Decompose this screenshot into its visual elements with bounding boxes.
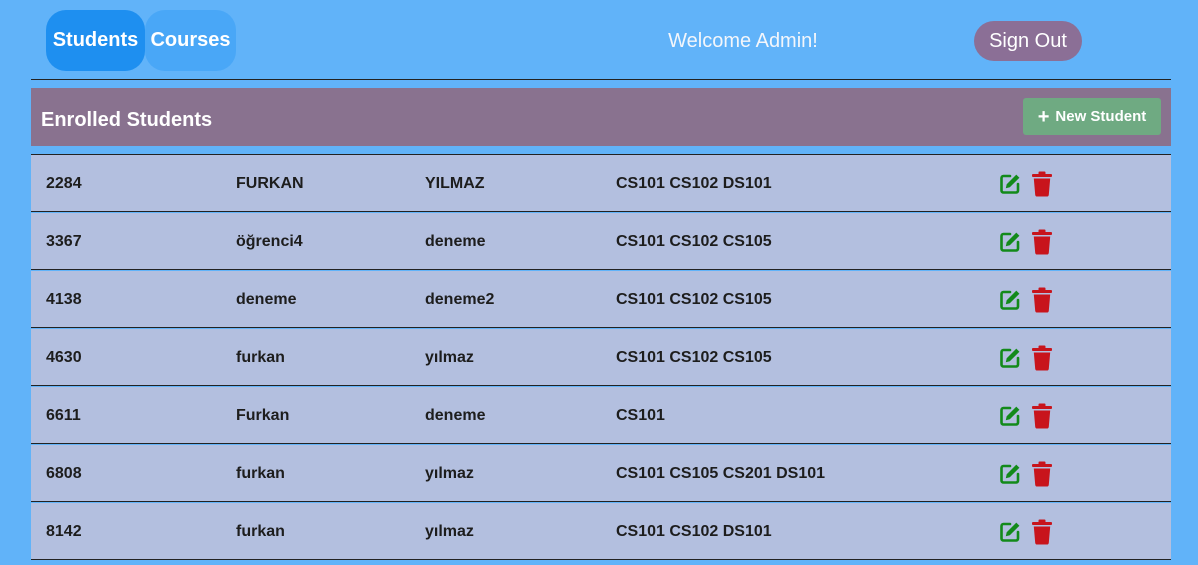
- student-first-name: deneme: [236, 290, 297, 308]
- trash-icon[interactable]: [1029, 170, 1055, 198]
- student-courses: CS101: [616, 406, 665, 424]
- new-student-label: New Student: [1055, 108, 1147, 125]
- student-last-name: yılmaz: [425, 464, 474, 482]
- student-last-name: yılmaz: [425, 522, 474, 540]
- table-row: 4630 furkan yılmaz CS101 CS102 CS105: [31, 329, 1171, 386]
- student-last-name: deneme2: [425, 290, 495, 308]
- row-actions: [997, 445, 1055, 502]
- top-navbar: Students Courses Welcome Admin! Sign Out: [0, 0, 1198, 80]
- panel-title: Enrolled Students: [41, 109, 213, 131]
- student-last-name: deneme: [425, 406, 486, 424]
- student-first-name: furkan: [236, 464, 285, 482]
- table-row: 6611 Furkan deneme CS101: [31, 387, 1171, 444]
- edit-icon[interactable]: [997, 170, 1023, 198]
- student-courses: CS101 CS102 CS105: [616, 348, 772, 366]
- row-actions: [997, 503, 1055, 560]
- student-courses: CS101 CS105 CS201 DS101: [616, 464, 826, 482]
- nav-courses-button[interactable]: Courses: [145, 10, 236, 71]
- nav-students-button[interactable]: Students: [46, 10, 145, 71]
- trash-icon[interactable]: [1029, 228, 1055, 256]
- edit-icon[interactable]: [997, 344, 1023, 372]
- table-row: 4138 deneme deneme2 CS101 CS102 CS105: [31, 271, 1171, 328]
- welcome-message: Welcome Admin!: [668, 30, 818, 52]
- student-id: 8142: [46, 522, 82, 540]
- student-last-name: deneme: [425, 232, 486, 250]
- row-actions: [997, 387, 1055, 444]
- student-id: 6611: [46, 406, 81, 424]
- student-first-name: Furkan: [236, 406, 290, 424]
- navbar-divider: [31, 79, 1171, 80]
- trash-icon[interactable]: [1029, 460, 1055, 488]
- edit-icon[interactable]: [997, 402, 1023, 430]
- student-id: 4138: [46, 290, 82, 308]
- students-panel-header: Enrolled Students + New Student: [31, 88, 1171, 146]
- edit-icon[interactable]: [997, 460, 1023, 488]
- new-student-button[interactable]: + New Student: [1023, 98, 1161, 135]
- student-id: 6808: [46, 464, 82, 482]
- trash-icon[interactable]: [1029, 344, 1055, 372]
- trash-icon[interactable]: [1029, 402, 1055, 430]
- student-last-name: yılmaz: [425, 348, 474, 366]
- student-first-name: furkan: [236, 522, 285, 540]
- plus-icon: +: [1037, 105, 1050, 128]
- student-id: 2284: [46, 174, 82, 192]
- student-id: 3367: [46, 232, 82, 250]
- row-actions: [997, 329, 1055, 386]
- table-row: 3367 öğrenci4 deneme CS101 CS102 CS105: [31, 213, 1171, 270]
- student-courses: CS101 CS102 DS101: [616, 522, 772, 540]
- student-courses: CS101 CS102 DS101: [616, 174, 772, 192]
- edit-icon[interactable]: [997, 286, 1023, 314]
- student-first-name: FURKAN: [236, 174, 304, 192]
- trash-icon[interactable]: [1029, 286, 1055, 314]
- student-courses: CS101 CS102 CS105: [616, 290, 772, 308]
- student-first-name: öğrenci4: [236, 232, 303, 250]
- student-courses: CS101 CS102 CS105: [616, 232, 772, 250]
- edit-icon[interactable]: [997, 518, 1023, 546]
- sign-out-button[interactable]: Sign Out: [974, 21, 1082, 61]
- student-last-name: YILMAZ: [425, 174, 485, 192]
- table-row: 8142 furkan yılmaz CS101 CS102 DS101: [31, 503, 1171, 560]
- table-row: 6808 furkan yılmaz CS101 CS105 CS201 DS101: [31, 445, 1171, 502]
- student-id: 4630: [46, 348, 82, 366]
- student-first-name: furkan: [236, 348, 285, 366]
- trash-icon[interactable]: [1029, 518, 1055, 546]
- row-actions: [997, 155, 1055, 212]
- row-actions: [997, 213, 1055, 270]
- edit-icon[interactable]: [997, 228, 1023, 256]
- table-row: 2284 FURKAN YILMAZ CS101 CS102 DS101: [31, 155, 1171, 212]
- row-actions: [997, 271, 1055, 328]
